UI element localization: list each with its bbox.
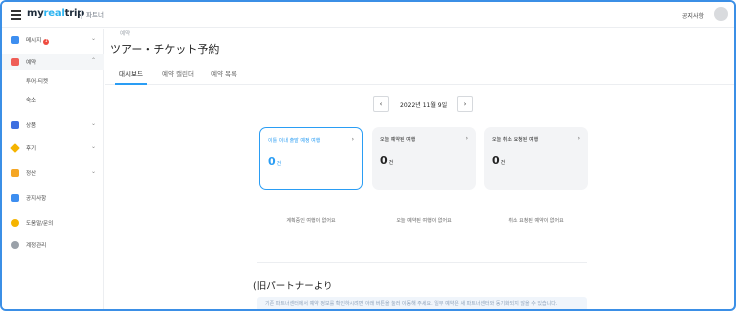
old-partner-title: (旧パートナーより [253, 281, 333, 292]
empty-message: 오늘 예약된 여행이 없어요 [396, 218, 452, 224]
card-count: 0건 [268, 155, 282, 168]
prev-date-button[interactable]: ‹ [373, 96, 389, 112]
card-title: 이틀 이내 출발 예정 여행 [268, 138, 321, 144]
sidebar-item-notice[interactable]: 공지사항 [2, 190, 104, 206]
star-icon [10, 143, 20, 153]
sidebar-item-label: 공지사항 [26, 196, 47, 202]
chevron-right-icon: › [577, 135, 580, 142]
card-departing-soon[interactable]: 이틀 이내 출발 예정 여행 › 0건 [259, 127, 363, 190]
sidebar-subitem-accommodation[interactable]: 숙소 [26, 96, 36, 104]
sidebar-item-settlement[interactable]: 정산 ⌄ [2, 165, 104, 181]
card-title: 오늘 취소 요청된 여행 [492, 137, 539, 143]
info-box: 기존 파트너센터에서 예약 정보를 확인하시려면 아래 버튼을 눌러 이동해 주… [257, 297, 587, 309]
tab-calendar[interactable]: 예약 캘린더 [162, 68, 194, 78]
main-content: 예약 ツアー・チケット予約 대시보드 예약 캘린더 예약 목록 ‹ 2022년 … [105, 29, 734, 309]
tab-bar: 대시보드 예약 캘린더 예약 목록 [105, 63, 734, 85]
logo-divider [81, 10, 82, 19]
sidebar-item-label: 정산 [26, 171, 37, 177]
help-icon [11, 219, 19, 227]
tab-list[interactable]: 예약 목록 [211, 68, 237, 78]
active-tab-indicator [115, 83, 147, 85]
chevron-right-icon: › [351, 136, 354, 143]
sidebar-item-label: 계정관리 [26, 243, 47, 249]
top-bar: myrealtrip 파트너 공지사항 [2, 2, 734, 28]
sidebar-subitem-tour-ticket[interactable]: 투어·티켓 [26, 77, 48, 85]
sidebar-item-account[interactable]: 계정관리 [2, 237, 104, 253]
notice-link[interactable]: 공지사항 [682, 11, 704, 20]
sidebar-item-review[interactable]: 후기 ⌄ [2, 140, 104, 156]
settlement-icon [11, 169, 19, 177]
card-cancel-requested[interactable]: 오늘 취소 요청된 여행 › 0건 [484, 127, 588, 190]
breadcrumb[interactable]: 예약 [120, 29, 130, 37]
gear-icon [11, 241, 19, 249]
calendar-icon [11, 58, 19, 66]
tab-dashboard[interactable]: 대시보드 [119, 68, 143, 78]
section-divider [257, 262, 587, 263]
unread-badge: 1 [43, 39, 50, 45]
sidebar-item-label: 상품 [26, 123, 37, 129]
sidebar-item-label: 후기 [26, 146, 37, 152]
sidebar-item-help[interactable]: 도움말/문의 [2, 215, 104, 231]
sidebar-item-label: 예약 [26, 60, 37, 66]
megaphone-icon [11, 194, 19, 202]
chevron-up-icon: ⌃ [90, 57, 96, 64]
partner-label: 파트너 [86, 11, 104, 19]
card-booked-today[interactable]: 오늘 예약된 여행 › 0건 [372, 127, 476, 190]
card-count: 0건 [492, 154, 506, 167]
card-title: 오늘 예약된 여행 [380, 137, 416, 143]
sidebar-item-product[interactable]: 상품 ⌄ [2, 117, 104, 133]
sidebar-item-label: 도움말/문의 [26, 221, 54, 227]
current-date: 2022년 11월 9일 [400, 102, 448, 109]
page-title: ツアー・チケット予約 [110, 43, 220, 56]
info-text: 기존 파트너센터에서 예약 정보를 확인하시려면 아래 버튼을 눌러 이동해 주… [265, 301, 558, 307]
sidebar-item-label: 메시지 [26, 38, 42, 44]
sidebar-item-message[interactable]: 메시지 1 ⌄ [2, 32, 104, 48]
chevron-down-icon: ⌄ [90, 143, 96, 150]
logo[interactable]: myrealtrip [27, 8, 84, 19]
sidebar-item-reservation[interactable]: 예약 ⌃ [2, 54, 104, 70]
chevron-down-icon: ⌄ [90, 168, 96, 175]
chevron-right-icon: › [465, 135, 468, 142]
sidebar: 메시지 1 ⌄ 예약 ⌃ 투어·티켓 숙소 상품 ⌄ 후기 ⌄ 정산 ⌄ 공지사항 [2, 29, 104, 309]
message-icon [11, 36, 19, 44]
chevron-down-icon: ⌄ [90, 120, 96, 127]
app-window: myrealtrip 파트너 공지사항 메시지 1 ⌄ 예약 ⌃ 투어·티켓 숙소… [0, 0, 736, 311]
next-date-button[interactable]: › [457, 96, 473, 112]
menu-icon[interactable] [11, 10, 21, 20]
chevron-down-icon: ⌄ [90, 35, 96, 42]
avatar[interactable] [714, 7, 728, 21]
grid-icon [11, 121, 19, 129]
card-count: 0건 [380, 154, 394, 167]
empty-message: 계획중인 여행이 없어요 [286, 218, 336, 224]
empty-message: 취소 요청된 예약이 없어요 [508, 218, 564, 224]
